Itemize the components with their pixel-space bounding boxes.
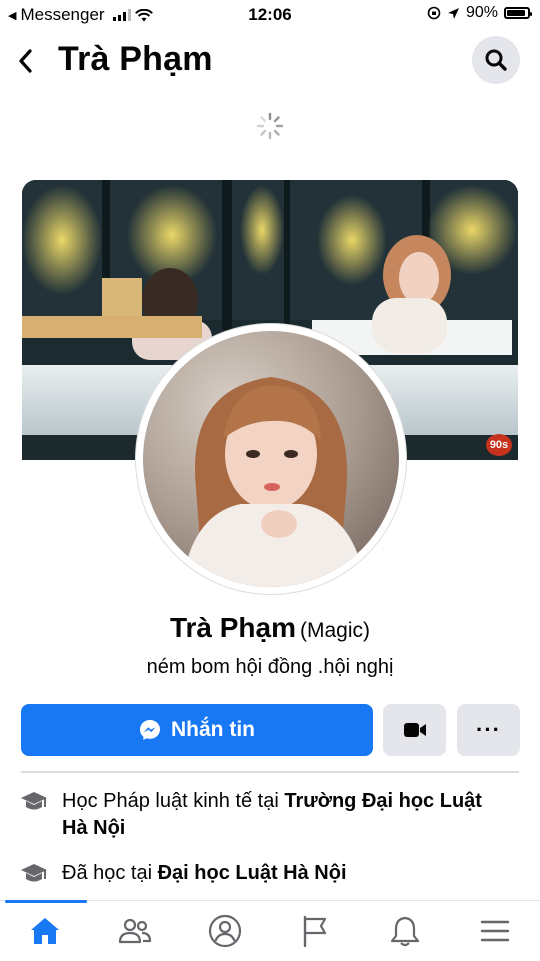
- education-detail-current: Học Pháp luật kinh tế tại Trường Đại học…: [20, 788, 502, 842]
- chevron-left-icon: [19, 49, 32, 73]
- orientation-lock-icon: [427, 6, 441, 20]
- education-detail-prefix: Đã học tại: [62, 862, 158, 884]
- nav-home[interactable]: [0, 900, 90, 961]
- notifications-bell-icon: [390, 916, 420, 947]
- battery-percent: 90%: [465, 4, 498, 21]
- graduation-cap-icon: [21, 792, 47, 810]
- nav-friends[interactable]: [90, 901, 180, 961]
- education-detail-past: Đã học tại Đại học Luật Hà Nội: [20, 860, 502, 887]
- nav-active-indicator: [5, 900, 87, 903]
- cover-badge: 90s: [486, 434, 512, 456]
- profile-alternate-name: (Magic): [300, 619, 371, 642]
- bottom-navigation: [0, 900, 540, 961]
- nav-menu[interactable]: [450, 901, 540, 961]
- pages-flag-icon: [303, 915, 327, 947]
- nav-profile[interactable]: [180, 901, 270, 961]
- profile-header: Trà Phạm: [0, 30, 540, 92]
- education-detail-text: Học Pháp luật kinh tế tại Trường Đại học…: [62, 788, 502, 842]
- education-detail-text: Đã học tại Đại học Luật Hà Nội: [62, 860, 502, 887]
- battery-fill: [507, 10, 525, 16]
- profile-name: Trà Phạm: [169, 612, 297, 643]
- video-camera-icon: [403, 723, 426, 737]
- home-icon: [31, 918, 59, 944]
- message-button[interactable]: Nhắn tin: [21, 704, 373, 756]
- battery-icon: [504, 7, 532, 19]
- graduation-cap-icon: [21, 864, 47, 882]
- messenger-icon: [140, 720, 160, 740]
- location-arrow-icon: [447, 7, 459, 19]
- avatar-image: [143, 331, 399, 587]
- friends-icon: [118, 918, 152, 944]
- education-detail-prefix: Học Pháp luật kinh tế tại: [62, 790, 285, 812]
- more-options-button[interactable]: ···: [457, 704, 520, 756]
- profile-bio: ném bom hội đồng .hội nghị: [146, 656, 394, 678]
- loading-spinner-icon: [256, 112, 284, 140]
- education-school-link[interactable]: Đại học Luật Hà Nội: [158, 862, 347, 884]
- search-icon: [485, 49, 507, 71]
- page-title: Trà Phạm: [58, 40, 213, 78]
- profile-icon: [208, 914, 242, 948]
- video-call-button[interactable]: [383, 704, 446, 756]
- status-bar: ◀ Messenger 12:06 90%: [0, 0, 540, 30]
- back-button[interactable]: [10, 44, 40, 78]
- nav-pages[interactable]: [270, 901, 360, 961]
- nav-notifications[interactable]: [360, 901, 450, 961]
- profile-avatar[interactable]: [136, 324, 406, 594]
- profile-name-row: Trà Phạm (Magic): [0, 612, 540, 644]
- menu-icon: [480, 920, 510, 942]
- section-divider: [21, 771, 519, 773]
- search-button[interactable]: [472, 36, 520, 84]
- message-button-label: Nhắn tin: [171, 718, 255, 741]
